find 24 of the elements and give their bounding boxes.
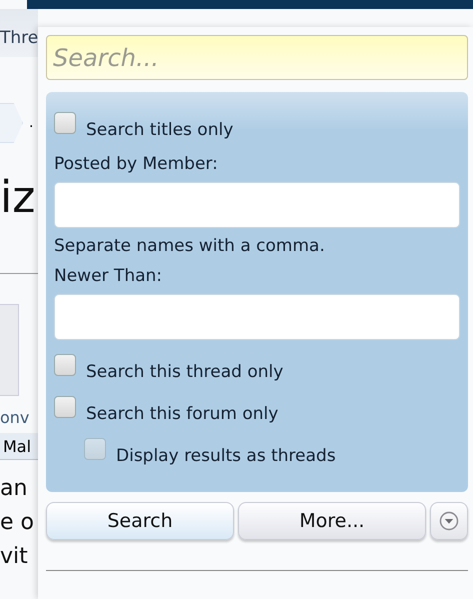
action-button[interactable]: Search [46,502,234,540]
input-field[interactable] [54,182,460,228]
input-field[interactable] [54,294,460,340]
body-text: vit [0,543,29,571]
checkbox-label[interactable]: Search this forum only [86,404,278,424]
checkbox[interactable] [54,354,76,376]
body-text: e o [0,509,35,537]
checkbox-label[interactable]: Search titles only [86,120,234,140]
caret-icon [439,511,459,531]
checkbox-label[interactable]: Search this thread only [86,362,284,382]
checkbox[interactable] [54,396,76,418]
field-label: Posted by Member: [54,154,219,174]
search-field[interactable]: Search... [46,35,468,80]
breadcrumb-text[interactable]: . [29,115,34,131]
body-text: an [0,475,28,503]
page-heading: iz [0,173,36,223]
checkbox[interactable] [54,112,76,134]
dropdown-button[interactable] [430,502,468,540]
card-caption: onv [0,408,30,427]
action-button[interactable]: More... [238,502,426,540]
hint-text: Separate names with a comma. [54,236,326,256]
tag-label: Mal [3,436,32,456]
field-label: Newer Than: [54,266,164,286]
breadcrumb-item[interactable] [0,103,23,143]
